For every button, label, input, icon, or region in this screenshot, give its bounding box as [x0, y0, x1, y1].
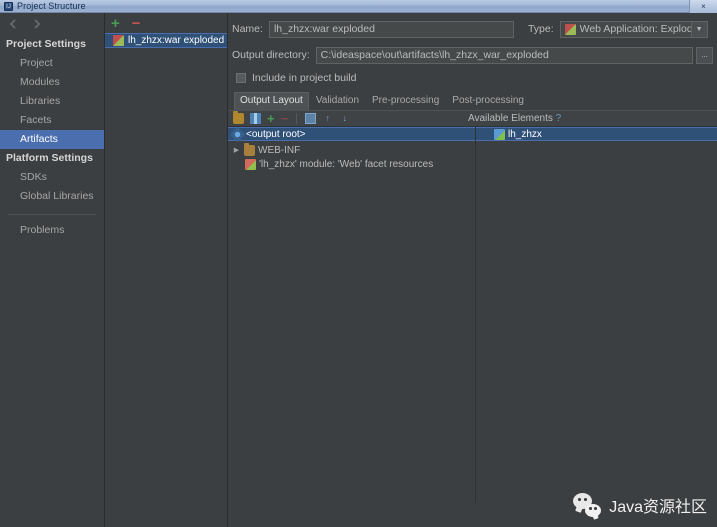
sidebar-item-project[interactable]: Project — [0, 54, 104, 73]
tree-row-web-inf[interactable]: ▶ WEB-INF — [228, 142, 474, 157]
tab-validation[interactable]: Validation — [310, 92, 365, 110]
include-in-project-build-row[interactable]: Include in project build — [228, 69, 717, 87]
create-archive-icon[interactable] — [250, 113, 261, 124]
available-elements-tree: lh_zhzx — [475, 127, 717, 503]
available-element-row[interactable]: lh_zhzx — [476, 127, 717, 141]
watermark-text: Java资源社区 — [609, 499, 707, 516]
project-structure-dialog: IJ Project Structure × Project Settings … — [0, 0, 717, 527]
name-row: Name: lh_zhzx:war exploded Type: Web App… — [228, 19, 717, 39]
output-directory-label: Output directory: — [232, 49, 310, 61]
sidebar-navigation — [0, 13, 104, 35]
artifacts-list-panel: + − lh_zhzx:war exploded — [105, 13, 228, 527]
artifact-list-item-label: lh_zhzx:war exploded — [128, 35, 225, 46]
output-directory-input[interactable]: C:\ideaspace\out\artifacts\lh_zhzx_war_e… — [315, 46, 694, 64]
create-directory-icon[interactable] — [233, 111, 244, 124]
title-bar-drag-area[interactable] — [86, 0, 717, 12]
watermark: Java资源社区 — [573, 493, 707, 517]
available-elements-header: Available Elements ? — [468, 113, 561, 124]
intellij-idea-icon: IJ — [4, 1, 13, 11]
artifacts-list-toolbar: + − — [105, 13, 227, 33]
close-window-button[interactable]: × — [689, 0, 717, 13]
name-label: Name: — [232, 23, 263, 35]
output-layout-toolbar: + − ↑ ↓ Available Elements ? — [228, 110, 717, 127]
tab-post-processing[interactable]: Post-processing — [446, 92, 530, 110]
help-icon[interactable]: ? — [556, 113, 562, 124]
sidebar-item-artifacts[interactable]: Artifacts — [0, 130, 104, 149]
artifact-type-combobox[interactable]: Web Application: Exploded ▼ — [559, 20, 708, 38]
artifact-type-value: Web Application: Exploded — [579, 23, 691, 35]
sidebar-item-sdks[interactable]: SDKs — [0, 168, 104, 187]
available-element-label: lh_zhzx — [508, 128, 542, 140]
add-element-button[interactable]: + — [267, 111, 275, 126]
settings-sidebar: Project Settings Project Modules Librari… — [0, 13, 105, 527]
extract-into-output-root-icon[interactable] — [305, 113, 317, 124]
toolbar-divider — [296, 113, 298, 124]
output-root-tree: ▶ WEB-INF 'lh_zhzx' module: 'Web' facet … — [228, 127, 474, 503]
tree-row-label: WEB-INF — [258, 144, 301, 156]
sidebar-item-problems[interactable]: Problems — [0, 221, 104, 240]
tab-pre-processing[interactable]: Pre-processing — [366, 92, 445, 110]
include-in-project-build-label: Include in project build — [252, 72, 357, 84]
chevron-down-icon[interactable]: ▼ — [690, 21, 707, 37]
module-icon — [494, 128, 505, 140]
tree-row-label: 'lh_zhzx' module: 'Web' facet resources — [259, 158, 434, 170]
sidebar-item-facets[interactable]: Facets — [0, 111, 104, 130]
output-directory-row: Output directory: C:\ideaspace\out\artif… — [228, 45, 717, 65]
sidebar-item-global-libraries[interactable]: Global Libraries — [0, 187, 104, 206]
wechat-icon — [573, 493, 602, 517]
add-artifact-button[interactable]: + — [111, 16, 120, 31]
war-artifact-icon — [564, 23, 576, 35]
sidebar-divider — [8, 214, 96, 215]
back-arrow-icon[interactable] — [8, 18, 20, 30]
type-label: Type: — [527, 23, 554, 35]
layout-trees: <output root> ▶ WEB-INF 'lh_zhzx' module… — [228, 126, 717, 503]
remove-element-button[interactable]: − — [281, 111, 289, 126]
window-title: Project Structure — [17, 1, 86, 11]
artifact-name-input[interactable]: lh_zhzx:war exploded — [268, 20, 514, 38]
move-up-icon[interactable]: ↑ — [322, 113, 333, 124]
sidebar-item-modules[interactable]: Modules — [0, 73, 104, 92]
window-title-bar: IJ Project Structure × — [0, 0, 717, 13]
sidebar-group-project-settings: Project Settings — [6, 38, 86, 50]
artifact-list-item[interactable]: lh_zhzx:war exploded — [105, 33, 227, 48]
tab-output-layout[interactable]: Output Layout — [234, 92, 309, 110]
expand-arrow-icon[interactable]: ▶ — [232, 146, 241, 154]
tree-row-web-facet-resources[interactable]: 'lh_zhzx' module: 'Web' facet resources — [228, 157, 474, 171]
artifact-type-value-wrap: Web Application: Exploded — [561, 23, 691, 35]
forward-arrow-icon[interactable] — [30, 18, 42, 30]
folder-icon — [244, 142, 255, 156]
include-in-project-build-checkbox[interactable] — [236, 73, 246, 83]
war-artifact-icon — [113, 35, 124, 46]
move-down-icon[interactable]: ↓ — [339, 113, 350, 124]
sidebar-item-libraries[interactable]: Libraries — [0, 92, 104, 111]
artifact-editor-panel: Name: lh_zhzx:war exploded Type: Web App… — [228, 13, 717, 527]
sidebar-group-platform-settings: Platform Settings — [6, 152, 93, 164]
web-facet-icon — [245, 158, 256, 170]
window-controls: × — [689, 0, 717, 13]
remove-artifact-button[interactable]: − — [132, 16, 141, 31]
available-elements-label: Available Elements — [468, 113, 553, 124]
browse-directory-button[interactable]: ... — [696, 46, 713, 64]
artifact-tabs: Output Layout Validation Pre-processing … — [228, 92, 717, 110]
